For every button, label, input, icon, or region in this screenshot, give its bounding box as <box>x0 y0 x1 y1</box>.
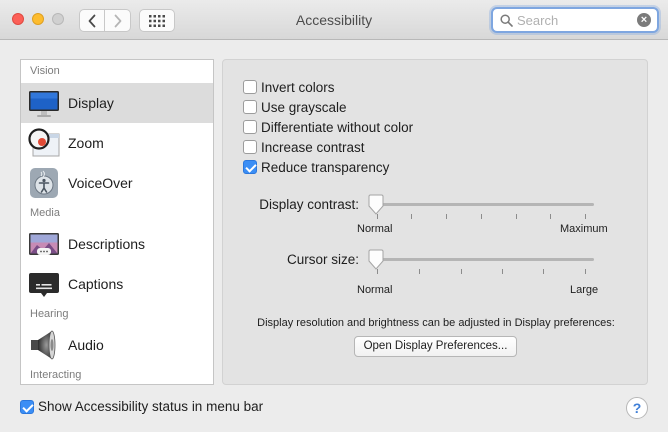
clear-search-icon[interactable]: × <box>637 13 651 27</box>
cursor-max-label: Large <box>570 284 599 296</box>
section-header-vision: Vision <box>30 65 60 77</box>
sidebar-item-captions[interactable]: Captions <box>21 264 213 304</box>
contrast-min-label: Normal <box>357 223 393 235</box>
sidebar-item-label: VoiceOver <box>68 175 133 191</box>
sidebar-item-descriptions[interactable]: Descriptions <box>21 224 213 264</box>
open-display-preferences-button[interactable]: Open Display Preferences... <box>354 336 517 357</box>
invert-colors-checkbox[interactable] <box>243 80 257 94</box>
checkbox-label: Use grayscale <box>261 99 347 115</box>
sidebar-item-zoom[interactable]: Zoom <box>21 123 213 163</box>
display-settings-panel: Invert colors Use grayscale Differentiat… <box>222 59 648 385</box>
use-grayscale-option[interactable]: Use grayscale <box>243 98 347 116</box>
cursor-size-thumb[interactable] <box>367 249 385 271</box>
slider-tick <box>516 214 517 219</box>
slider-track[interactable] <box>375 258 594 261</box>
slider-track[interactable] <box>375 203 594 206</box>
slider-tick <box>481 214 482 219</box>
checkbox-label: Increase contrast <box>261 139 365 155</box>
reduce-transparency-option[interactable]: Reduce transparency <box>243 158 389 176</box>
descriptions-icon <box>29 233 59 255</box>
increase-contrast-option[interactable]: Increase contrast <box>243 138 365 156</box>
section-header-interacting: Interacting <box>30 369 82 381</box>
sidebar-item-audio[interactable]: Audio <box>21 325 213 365</box>
slider-tick <box>446 214 447 219</box>
sidebar-item-display[interactable]: Display <box>21 83 213 123</box>
search-icon <box>500 14 513 27</box>
search-input[interactable]: Search <box>517 13 558 28</box>
sidebar-item-label: Descriptions <box>68 236 146 252</box>
checkbox-label: Show Accessibility status in menu bar <box>38 399 264 414</box>
contrast-max-label: Maximum <box>560 223 608 235</box>
invert-colors-option[interactable]: Invert colors <box>243 78 335 96</box>
sidebar-item-voiceover[interactable]: VoiceOver <box>21 163 213 203</box>
voiceover-icon <box>30 168 58 198</box>
use-grayscale-checkbox[interactable] <box>243 100 257 114</box>
cursor-min-label: Normal <box>357 284 393 296</box>
checkbox-label: Reduce transparency <box>261 159 390 175</box>
section-header-hearing: Hearing <box>30 308 69 320</box>
display-contrast-label: Display contrast: <box>259 197 359 212</box>
reduce-transparency-checkbox[interactable] <box>243 160 257 174</box>
show-status-in-menu-bar-checkbox[interactable] <box>20 399 34 414</box>
audio-icon <box>31 330 56 360</box>
slider-tick <box>419 269 420 274</box>
slider-tick <box>502 269 503 274</box>
sidebar[interactable]: Vision Display Zoom VoiceOver Media Desc… <box>20 59 214 385</box>
slider-tick <box>585 269 586 274</box>
checkbox-label: Differentiate without color <box>261 119 414 135</box>
display-contrast-thumb[interactable] <box>367 194 385 216</box>
differentiate-without-color-option[interactable]: Differentiate without color <box>243 118 413 136</box>
slider-tick <box>543 269 544 274</box>
increase-contrast-checkbox[interactable] <box>243 140 257 154</box>
slider-tick <box>585 214 586 219</box>
sidebar-item-label: Display <box>68 95 114 111</box>
slider-tick <box>461 269 462 274</box>
display-icon <box>29 91 59 117</box>
slider-tick <box>411 214 412 219</box>
captions-icon <box>29 273 59 297</box>
zoom-icon <box>28 128 60 157</box>
cursor-size-label: Cursor size: <box>286 252 359 267</box>
section-header-media: Media <box>30 207 60 219</box>
sidebar-item-label: Captions <box>68 276 124 292</box>
differentiate-without-color-checkbox[interactable] <box>243 120 257 134</box>
help-button[interactable]: ? <box>626 397 648 419</box>
show-status-in-menu-bar-option[interactable]: Show Accessibility status in menu bar <box>20 399 263 414</box>
sidebar-item-label: Zoom <box>68 135 104 151</box>
slider-tick <box>550 214 551 219</box>
checkbox-label: Invert colors <box>261 79 335 95</box>
display-preferences-info: Display resolution and brightness can be… <box>257 317 615 329</box>
title-bar: Accessibility Search × <box>0 0 668 40</box>
sidebar-item-label: Audio <box>68 337 104 353</box>
search-field[interactable]: Search × <box>491 7 659 33</box>
